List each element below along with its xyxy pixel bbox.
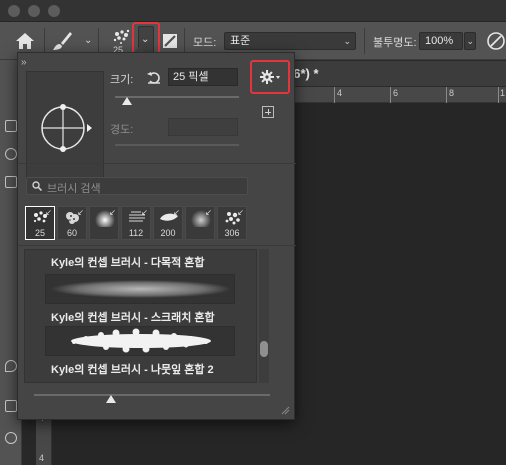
recent-brush[interactable]: ↙ 200 — [153, 206, 183, 240]
blur-tool-icon[interactable] — [5, 360, 17, 372]
preview-size-slider-handle[interactable] — [106, 395, 116, 403]
brush-settings-panel-icon[interactable] — [162, 33, 178, 49]
recent-brush[interactable]: ↙ — [185, 206, 215, 240]
brush-stroke-preview — [45, 326, 235, 356]
recent-brush[interactable]: ↙ 306 — [217, 206, 247, 240]
new-preset-icon[interactable] — [262, 106, 274, 118]
hardness-slider-track[interactable] — [115, 144, 239, 146]
tool-preset-chevron-icon[interactable]: ⌄ — [84, 35, 92, 46]
recent-brush-size: 200 — [160, 228, 176, 238]
horizontal-ruler[interactable]: 4 6 8 1 — [290, 87, 506, 103]
recent-brush-size: 306 — [224, 228, 240, 238]
brush-list: Kyle의 컨셉 브러시 - 다목적 혼합 Kyle의 컨셉 브러시 - 스크래… — [24, 249, 257, 383]
toolbar-divider — [184, 28, 185, 54]
brush-tip-preview[interactable] — [26, 71, 104, 181]
marquee-tool-icon[interactable] — [5, 120, 17, 132]
hardness-label: 경도: — [110, 124, 134, 136]
ruler-number: 8 — [449, 88, 455, 98]
crop-tool-icon[interactable] — [5, 176, 17, 188]
recent-brush-size: 25 — [34, 228, 45, 238]
size-slider-handle[interactable] — [122, 97, 132, 105]
toolbar-divider — [364, 28, 365, 54]
brush-corner-icon: ↙ — [77, 208, 84, 217]
chevron-down-icon: ⌄ — [141, 34, 150, 45]
size-input[interactable]: 25 픽셀 — [168, 68, 238, 86]
collapse-panel-icon[interactable]: » — [21, 57, 26, 68]
recent-brush[interactable]: ↙ — [89, 206, 119, 240]
brush-corner-icon: ↙ — [109, 208, 116, 217]
opacity-input[interactable]: 100% — [419, 32, 463, 50]
ruler-tick — [498, 87, 499, 103]
brush-name: Kyle의 컨셉 브러시 - 다목적 혼합 — [51, 257, 205, 269]
list-item[interactable]: Kyle의 컨셉 브러시 - 스크래치 혼합 — [25, 274, 240, 332]
brush-name: Kyle의 컨셉 브러시 - 나뭇잎 혼합 2 — [51, 364, 214, 376]
resize-grip-icon[interactable] — [280, 405, 290, 415]
pen-tool-icon[interactable] — [5, 400, 17, 412]
search-placeholder: 브러시 검색 — [47, 183, 101, 195]
brush-corner-icon: ↙ — [237, 208, 244, 217]
mode-label: 모드: — [193, 37, 217, 49]
brush-angle-roundness-icon[interactable] — [27, 72, 105, 182]
toolbar-divider — [44, 28, 45, 54]
title-bar — [0, 0, 506, 22]
brush-name: Kyle의 컨셉 브러시 - 스크래치 혼합 — [51, 312, 215, 324]
ruler-tick — [334, 87, 335, 103]
opacity-dropdown-button[interactable]: ⌄ — [464, 32, 476, 50]
brush-corner-icon: ↙ — [141, 208, 148, 217]
chevron-down-icon: ⌄ — [343, 36, 351, 46]
toolbar-divider — [98, 28, 99, 54]
list-item[interactable]: Kyle의 컨셉 브러시 - 나뭇잎 혼합 2 — [25, 326, 240, 382]
mode-value: 표준 — [230, 35, 251, 47]
zoom-window-button[interactable] — [48, 5, 60, 17]
scrollbar-thumb[interactable] — [260, 341, 268, 357]
home-icon[interactable] — [14, 31, 36, 51]
brush-angle-icon[interactable] — [486, 31, 506, 51]
ruler-tick — [390, 87, 391, 103]
ruler-tick — [446, 87, 447, 103]
hardness-input[interactable] — [168, 118, 238, 136]
mode-select[interactable]: 표준 ⌄ — [224, 32, 356, 50]
opacity-value: 100% — [425, 35, 454, 47]
document-tab[interactable]: 16*) * — [272, 61, 506, 87]
dodge-tool-icon[interactable] — [5, 432, 17, 444]
brush-preset-panel: » 크기: 25 픽셀 경도: 브러시 검색 ↙ 25 ↙ 60 ↙ ↙ 112… — [17, 52, 296, 420]
brush-list-scrollbar[interactable] — [259, 249, 269, 383]
gear-icon[interactable] — [256, 66, 284, 88]
recent-brush[interactable]: ↙ 25 — [25, 206, 55, 240]
ruler-number: 6 — [393, 88, 399, 98]
reset-size-icon[interactable] — [146, 69, 162, 85]
brush-corner-icon: ↙ — [173, 208, 180, 217]
search-icon — [32, 181, 42, 191]
panel-divider — [18, 245, 296, 246]
ruler-number: 4 — [337, 88, 343, 98]
size-slider-track[interactable] — [115, 96, 239, 98]
brush-corner-icon: ↙ — [205, 208, 212, 217]
opacity-label: 불투명도: — [373, 37, 417, 49]
panel-divider — [18, 163, 296, 164]
recent-brush[interactable]: ↙ 60 — [57, 206, 87, 240]
size-value: 25 픽셀 — [173, 71, 209, 83]
brush-corner-icon: ↙ — [45, 208, 52, 217]
recent-brush-size: 112 — [128, 228, 144, 238]
ruler-number: 1 — [500, 88, 506, 98]
size-label: 크기: — [110, 74, 134, 86]
brush-stroke-preview — [45, 274, 235, 304]
preview-size-slider-track[interactable] — [34, 394, 270, 396]
lasso-tool-icon[interactable] — [5, 148, 17, 160]
chevron-down-icon: ⌄ — [466, 36, 474, 46]
minimize-window-button[interactable] — [28, 5, 40, 17]
recent-brush-size: 60 — [66, 228, 77, 238]
close-window-button[interactable] — [8, 5, 20, 17]
brush-tool-icon[interactable] — [50, 30, 74, 52]
recent-brush[interactable]: ↙ 112 — [121, 206, 151, 240]
ruler-number: 4 — [39, 453, 45, 463]
brush-search-input[interactable]: 브러시 검색 — [26, 177, 248, 195]
